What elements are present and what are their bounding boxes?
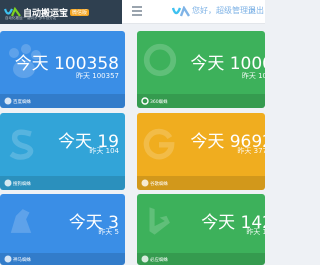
menu-toggle-icon[interactable]: [132, 6, 142, 17]
sogou-s-icon: [9, 129, 34, 160]
yesterday-count: 昨天 5: [98, 228, 119, 236]
card-label: 谷歌蜘蛛: [150, 182, 168, 187]
stat-card-bing[interactable]: 今天 142 昨天 1 必应蜘蛛: [137, 194, 265, 265]
card-label: 必应蜘蛛: [150, 258, 168, 263]
stat-card-sogou[interactable]: 今天 19 昨天 104 搜狗蜘蛛: [0, 113, 125, 190]
bing-b-icon: [149, 207, 170, 235]
card-footer: 百度蜘蛛: [0, 94, 125, 108]
logo-badge: 微信版: [70, 8, 90, 16]
card-footer: 谷歌蜘蛛: [137, 176, 265, 190]
stat-card-baidu[interactable]: 今天 100358 昨天 100357 百度蜘蛛: [0, 31, 125, 108]
bing-icon: [141, 255, 149, 263]
360-icon: [141, 97, 149, 105]
sogou-icon: [4, 179, 12, 187]
baidu-icon: [4, 97, 12, 105]
card-footer: 搜狗蜘蛛: [0, 176, 125, 190]
user-greeting: 您好，超级管理员: [192, 6, 256, 15]
shenma-horse-icon: [10, 209, 32, 233]
yesterday-count: 昨天 100357: [76, 72, 119, 80]
yesterday-count: 昨天 104: [89, 147, 119, 155]
card-footer: 必应蜘蛛: [137, 253, 265, 265]
yesterday-count: 昨天 1: [246, 228, 265, 236]
google-icon: [141, 179, 149, 187]
card-label: 神马蜘蛛: [13, 258, 31, 263]
card-label: 搜狗蜘蛛: [13, 182, 31, 187]
card-label: 百度蜘蛛: [13, 100, 31, 105]
top-bar: 自动搬运宝 微信版 自动化搬运·一键同步·多平台分发 您好，超级管理员 退出: [0, 0, 265, 24]
yesterday-count: 昨天 10: [241, 72, 265, 80]
stat-card-google[interactable]: 今天 9692 昨天 377 谷歌蜘蛛: [137, 113, 265, 190]
google-g-icon: [143, 128, 175, 160]
brand-mark-icon: [172, 6, 190, 17]
card-footer: 360蜘蛛: [137, 94, 265, 108]
logo-area: 自动搬运宝 微信版 自动化搬运·一键同步·多平台分发: [0, 0, 122, 24]
shenma-icon: [4, 255, 12, 263]
card-footer: 神马蜘蛛: [0, 253, 125, 265]
stat-card-360[interactable]: 今天 1000 昨天 10 360蜘蛛: [137, 31, 265, 108]
card-label: 360蜘蛛: [150, 100, 168, 105]
yesterday-count: 昨天 377: [237, 147, 265, 155]
360-ring-icon: [143, 43, 177, 77]
stat-card-shenma[interactable]: 今天 3 昨天 5 神马蜘蛛: [0, 194, 125, 265]
logo-subtitle: 自动化搬运·一键同步·多平台分发: [5, 16, 57, 20]
logout-link[interactable]: 退出: [248, 5, 264, 16]
